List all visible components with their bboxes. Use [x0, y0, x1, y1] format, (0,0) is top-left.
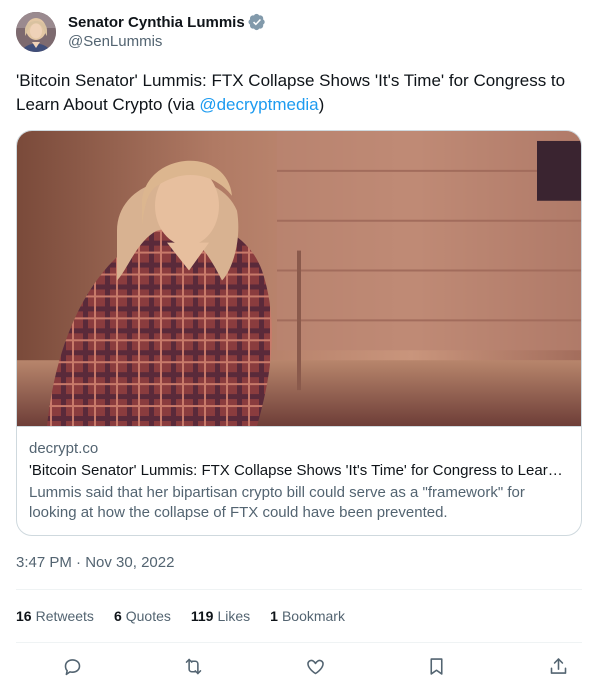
card-domain: decrypt.co	[29, 440, 99, 457]
retweets-stat[interactable]: 16 Retweets	[16, 606, 94, 626]
retweet-button[interactable]	[182, 654, 206, 678]
bookmarks-stat[interactable]: 1 Bookmark	[270, 606, 345, 626]
bookmark-button[interactable]	[425, 654, 449, 678]
card-description: Lummis said that her bipartisan crypto b…	[29, 484, 525, 521]
likes-stat[interactable]: 119 Likes	[191, 606, 250, 626]
retweet-icon	[185, 658, 202, 674]
share-icon	[550, 657, 566, 674]
bookmarks-label: Bookmark	[281, 608, 345, 624]
tweet-text-end: )	[318, 95, 325, 114]
likes-count: 119	[190, 608, 214, 624]
action-bar	[16, 654, 582, 678]
timestamp[interactable]: 3:47 PM · Nov 30, 2022	[16, 553, 174, 573]
card-title[interactable]: 'Bitcoin Senator' Lummis: FTX Collapse S…	[29, 461, 569, 481]
handle[interactable]: @SenLummis	[68, 33, 266, 50]
bookmark-icon	[430, 657, 443, 675]
verified-badge-icon	[248, 13, 265, 31]
card-meta: decrypt.co 'Bitcoin Senator' Lummis: FTX…	[29, 439, 569, 523]
retweets-count: 16	[16, 608, 32, 624]
timestamp-time[interactable]: 3:47 PM	[16, 554, 72, 571]
mention-link[interactable]: @decryptmedia	[199, 95, 318, 114]
reply-icon	[64, 658, 80, 675]
card-image[interactable]	[17, 131, 581, 427]
divider	[16, 642, 582, 643]
display-name[interactable]: Senator Cynthia Lummis	[68, 14, 245, 31]
tweet-header: Senator Cynthia Lummis @SenLummis	[16, 12, 582, 52]
quotes-stat[interactable]: 6 Quotes	[114, 606, 171, 626]
bookmarks-count: 1	[270, 608, 278, 624]
like-button[interactable]	[303, 654, 327, 678]
divider	[16, 589, 582, 590]
timestamp-date[interactable]: Nov 30, 2022	[85, 554, 174, 571]
retweets-label: Retweets	[35, 608, 94, 624]
author-info: Senator Cynthia Lummis @SenLummis	[68, 12, 266, 50]
share-button[interactable]	[546, 654, 570, 678]
engagement-stats: 16 Retweets 6 Quotes 119 Likes 1 Bookmark	[16, 606, 365, 626]
reply-button[interactable]	[60, 654, 84, 678]
tweet-text: 'Bitcoin Senator' Lummis: FTX Collapse S…	[16, 69, 582, 117]
quotes-count: 6	[113, 608, 122, 624]
like-icon	[306, 659, 324, 674]
timestamp-separator: ·	[71, 554, 86, 571]
quotes-label: Quotes	[125, 608, 171, 624]
link-card[interactable]: decrypt.co 'Bitcoin Senator' Lummis: FTX…	[16, 130, 582, 536]
likes-label: Likes	[217, 608, 251, 624]
avatar[interactable]	[16, 12, 56, 52]
